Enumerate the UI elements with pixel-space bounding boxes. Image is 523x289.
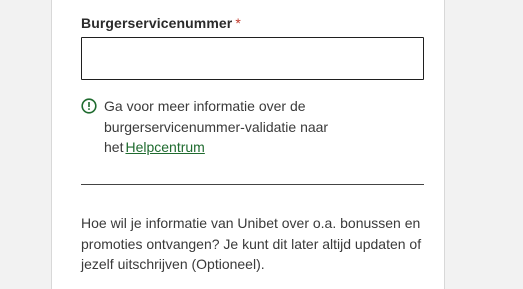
section-divider [81,184,424,185]
marketing-preference-question: Hoe wil je informatie van Unibet over o.… [81,215,422,272]
bsn-label-text: Burgerservicenummer [81,15,233,31]
bsn-field-label: Burgerservicenummer * [81,15,241,31]
right-backdrop [444,0,523,289]
required-marker: * [235,15,241,31]
info-text: Ga voor meer informatie over de burgerse… [104,96,414,158]
helpcentrum-link[interactable]: Helpcentrum [125,139,204,155]
left-backdrop [0,0,52,289]
info-circle-icon [81,98,97,114]
bsn-input[interactable] [81,37,424,80]
registration-form-panel: Burgerservicenummer * Ga voor meer inform… [52,0,444,289]
